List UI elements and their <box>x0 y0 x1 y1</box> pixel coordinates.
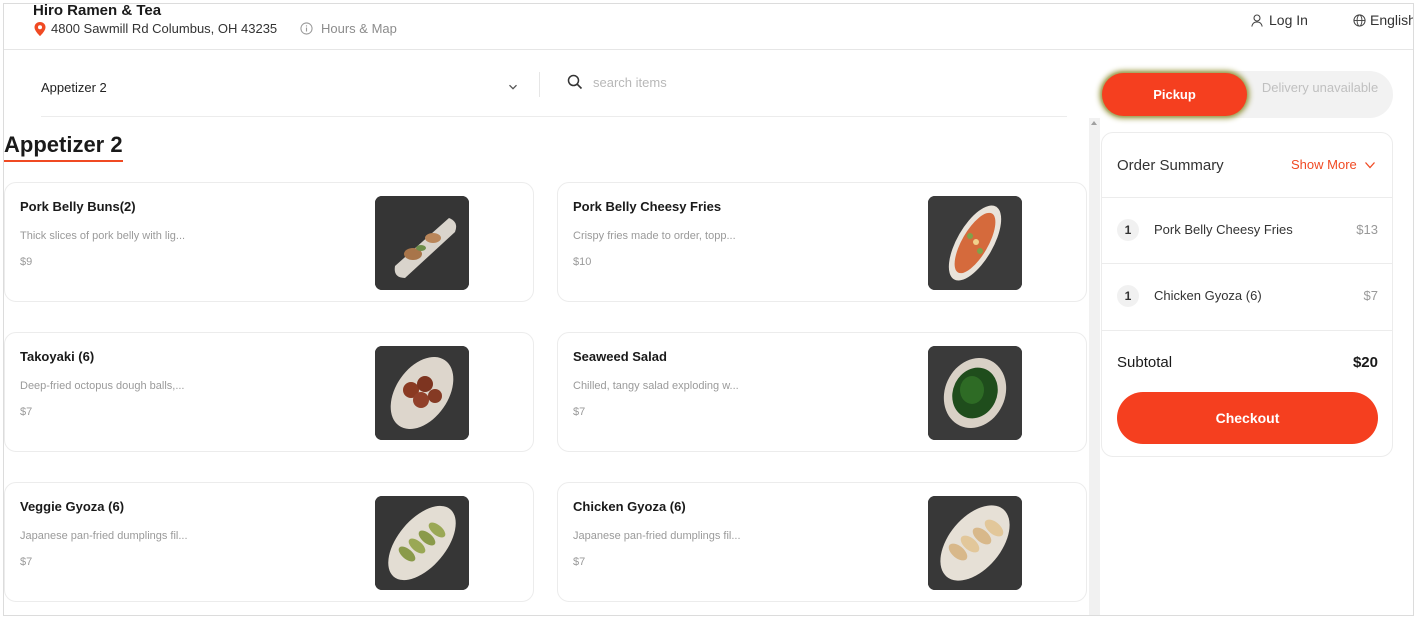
order-line-item[interactable]: 1 Chicken Gyoza (6) $7 <box>1102 263 1392 329</box>
order-summary-title: Order Summary <box>1117 157 1224 174</box>
item-photo <box>928 346 1022 440</box>
show-more-label: Show More <box>1291 157 1357 172</box>
page-frame: Hiro Ramen & Tea 4800 Sawmill Rd Columbu… <box>3 3 1414 616</box>
item-photo <box>375 496 469 590</box>
location-pin-icon <box>34 21 46 36</box>
menu-item-card[interactable]: Takoyaki (6) Deep-fried octopus dough ba… <box>4 332 534 452</box>
item-name: Veggie Gyoza (6) <box>20 499 125 514</box>
item-photo <box>928 196 1022 290</box>
checkout-button[interactable]: Checkout <box>1117 392 1378 444</box>
search-box[interactable] <box>567 74 893 90</box>
item-name: Takoyaki (6) <box>20 349 95 364</box>
hours-map-label: Hours & Map <box>321 21 397 36</box>
section-title: Appetizer 2 <box>4 132 123 162</box>
item-description: Japanese pan-fried dumplings fil... <box>573 530 741 542</box>
order-item-price: $7 <box>1363 288 1378 303</box>
item-name: Pork Belly Cheesy Fries <box>573 199 722 214</box>
menu-item-card[interactable]: Chicken Gyoza (6) Japanese pan-fried dum… <box>557 482 1087 602</box>
item-price: $7 <box>20 556 33 568</box>
toolbar-divider <box>539 72 540 97</box>
hours-map-link[interactable]: Hours & Map <box>300 21 397 36</box>
item-photo <box>375 346 469 440</box>
item-description: Crispy fries made to order, topp... <box>573 230 736 242</box>
menu-item-card[interactable]: Seaweed Salad Chilled, tangy salad explo… <box>557 332 1087 452</box>
item-description: Thick slices of pork belly with lig... <box>20 230 186 242</box>
scroll-up-arrow-icon[interactable] <box>1091 121 1097 125</box>
item-price: $7 <box>573 556 586 568</box>
quantity-badge: 1 <box>1117 219 1139 241</box>
address-text: 4800 Sawmill Rd Columbus, OH 43235 <box>51 21 278 36</box>
restaurant-name: Hiro Ramen & Tea <box>33 3 162 19</box>
chevron-down-icon <box>1364 161 1375 168</box>
summary-divider <box>1102 330 1392 331</box>
delivery-option: Delivery unavailable <box>1261 80 1379 95</box>
login-label: Log In <box>1269 12 1308 28</box>
show-more-button[interactable]: Show More <box>1291 157 1376 172</box>
item-price: $10 <box>573 256 592 268</box>
item-price: $9 <box>20 256 33 268</box>
order-line-item[interactable]: 1 Pork Belly Cheesy Fries $13 <box>1102 197 1392 263</box>
item-price: $7 <box>20 406 33 418</box>
menu-item-card[interactable]: Veggie Gyoza (6) Japanese pan-fried dump… <box>4 482 534 602</box>
item-photo <box>375 196 469 290</box>
category-dropdown[interactable]: Appetizer 2 <box>41 72 521 102</box>
pickup-button[interactable]: Pickup <box>1102 73 1247 116</box>
order-item-price: $13 <box>1356 222 1378 237</box>
menu-scrollbar[interactable] <box>1089 118 1100 615</box>
menu-item-card[interactable]: Pork Belly Cheesy Fries Crispy fries mad… <box>557 182 1087 302</box>
language-selector[interactable]: English <box>1353 12 1414 28</box>
item-name: Chicken Gyoza (6) <box>573 499 686 514</box>
item-description: Deep-fried octopus dough balls,... <box>20 380 185 392</box>
order-item-name: Chicken Gyoza (6) <box>1154 288 1262 303</box>
user-icon <box>1251 13 1263 27</box>
search-icon <box>567 74 583 90</box>
item-price: $7 <box>573 406 586 418</box>
subtotal-label: Subtotal <box>1117 354 1173 371</box>
item-description: Japanese pan-fried dumplings fil... <box>20 530 188 542</box>
info-icon <box>300 22 313 35</box>
search-input[interactable] <box>593 74 893 90</box>
item-name: Seaweed Salad <box>573 349 667 364</box>
subtotal-value: $20 <box>1352 354 1378 371</box>
address: 4800 Sawmill Rd Columbus, OH 43235 <box>34 21 277 36</box>
quantity-badge: 1 <box>1117 285 1139 307</box>
order-item-name: Pork Belly Cheesy Fries <box>1154 222 1293 237</box>
menu-item-card[interactable]: Pork Belly Buns(2) Thick slices of pork … <box>4 182 534 302</box>
order-summary-panel: Order Summary Show More 1 Pork Belly Che… <box>1101 132 1393 457</box>
top-header: Hiro Ramen & Tea 4800 Sawmill Rd Columbu… <box>4 4 1413 50</box>
order-type-toggle: Pickup Delivery unavailable <box>1100 71 1393 118</box>
login-button[interactable]: Log In <box>1251 12 1308 28</box>
item-name: Pork Belly Buns(2) <box>20 199 136 214</box>
chevron-down-icon <box>509 84 517 90</box>
category-selected: Appetizer 2 <box>41 79 107 95</box>
item-description: Chilled, tangy salad exploding w... <box>573 380 739 392</box>
toolbar-underline <box>41 116 1067 117</box>
item-photo <box>928 496 1022 590</box>
language-label: English <box>1370 12 1414 28</box>
globe-icon <box>1353 13 1366 27</box>
